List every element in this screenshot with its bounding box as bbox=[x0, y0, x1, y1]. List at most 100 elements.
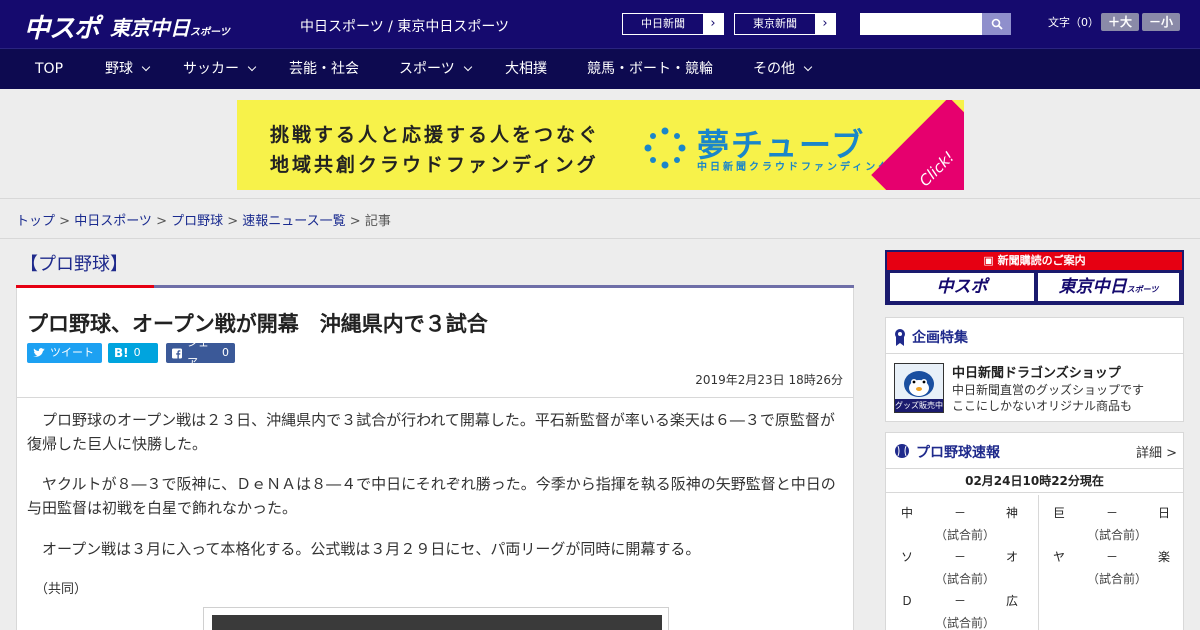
subscribe-chunichi-sports-button[interactable]: 中スポ bbox=[890, 273, 1034, 301]
tweet-label: ツイート bbox=[50, 346, 94, 359]
category-title: 【プロ野球】 bbox=[20, 254, 128, 275]
breadcrumb-sep: > bbox=[227, 214, 243, 229]
subscribe-tokyo-chunichi-button[interactable]: 東京中日スポーツ bbox=[1038, 273, 1179, 301]
subscription-title: ▣ 新聞購読のご案内 bbox=[887, 252, 1182, 270]
chevron-down-icon bbox=[247, 62, 257, 72]
tokyo-shimbun-button[interactable]: 東京新聞 › bbox=[734, 13, 836, 35]
breadcrumb: トップ > 中日スポーツ > プロ野球 > 速報ニュース一覧 > 記事 bbox=[16, 210, 391, 229]
game-status: （試合前） bbox=[935, 528, 996, 542]
site-header: 中スポ 東京中日スポーツ 中日スポーツ / 東京中日スポーツ 中日新聞 › 東京… bbox=[0, 0, 1200, 48]
nav-item-label: 野球 bbox=[105, 61, 133, 77]
chevron-down-icon bbox=[463, 62, 472, 72]
tokyo-chunichi-logo-sub: スポーツ bbox=[190, 27, 230, 38]
nav-item-entertainment[interactable]: 芸能・社会 bbox=[289, 49, 359, 90]
feature-title: 企画特集 bbox=[912, 330, 968, 346]
scores-title: プロ野球速報 bbox=[916, 445, 1000, 461]
shop-badge: グッズ販売中 bbox=[895, 399, 943, 412]
tokyo-chunichi-logo-text: 東京中日 bbox=[110, 16, 190, 40]
nav-item-label: サッカー bbox=[183, 61, 239, 77]
nav-item-label: スポーツ bbox=[399, 61, 455, 77]
nav-item-soccer[interactable]: サッカー bbox=[183, 49, 257, 90]
nav-item-sumo[interactable]: 大相撲 bbox=[505, 49, 547, 90]
feature-header: 企画特集 bbox=[886, 318, 1183, 354]
game-away-team: オ bbox=[1006, 550, 1019, 564]
article-header: プロ野球、オープン戦が開幕 沖縄県内で３試合 ツイート B! 0 シェア 0 2… bbox=[16, 288, 854, 398]
newspaper-icon: ▣ bbox=[983, 254, 998, 267]
game-status: （試合前） bbox=[1087, 572, 1148, 586]
divider bbox=[0, 238, 1200, 239]
search-icon bbox=[991, 18, 1003, 30]
mascot-icon bbox=[904, 371, 934, 397]
shop-description: 中日新聞直営のグッズショップです ここにしかないオリジナル商品も bbox=[952, 382, 1144, 414]
game-away-team: 神 bbox=[1006, 506, 1019, 520]
tokyo-chunichi-logo[interactable]: 東京中日スポーツ bbox=[110, 12, 230, 41]
font-smaller-button[interactable]: －小 bbox=[1142, 13, 1180, 31]
facebook-share-label: シェア bbox=[187, 336, 209, 369]
font-size-label: 文字（0） bbox=[1048, 16, 1099, 29]
chunichi-shimbun-label: 中日新聞 bbox=[641, 17, 685, 30]
game-separator: － bbox=[954, 506, 967, 520]
article-credit: （共同） bbox=[35, 582, 88, 597]
breadcrumb-top[interactable]: トップ bbox=[16, 214, 55, 229]
subscription-title-text: 新聞購読のご案内 bbox=[997, 254, 1086, 267]
banner-line-1: 挑戦する人と応援する人をつなぐ bbox=[270, 124, 601, 146]
search-input[interactable] bbox=[860, 13, 982, 35]
tokyo-shimbun-label: 東京新聞 bbox=[753, 17, 797, 30]
game-home-team: 中 bbox=[901, 506, 914, 520]
breadcrumb-sep: > bbox=[349, 214, 365, 229]
breadcrumb-news-list[interactable]: 速報ニュース一覧 bbox=[242, 214, 345, 229]
hatena-bookmark-button[interactable]: B! 0 bbox=[108, 343, 158, 363]
font-larger-button[interactable]: ＋大 bbox=[1101, 13, 1139, 31]
search-button[interactable] bbox=[982, 13, 1011, 35]
subscription-box: ▣ 新聞購読のご案内 中スポ 東京中日スポーツ bbox=[885, 250, 1184, 305]
facebook-count: 0 bbox=[222, 346, 229, 359]
baseball-icon bbox=[895, 444, 909, 458]
game-away-team: 日 bbox=[1158, 506, 1171, 520]
game-away-team: 広 bbox=[1006, 594, 1019, 608]
tweet-button[interactable]: ツイート bbox=[27, 343, 102, 363]
shop-item[interactable]: グッズ販売中 中日新聞ドラゴンズショップ 中日新聞直営のグッズショップです ここ… bbox=[886, 354, 1183, 422]
shop-thumbnail: グッズ販売中 bbox=[894, 363, 944, 413]
chunichi-shimbun-button[interactable]: 中日新聞 › bbox=[622, 13, 724, 35]
subscribe-tokyo-chunichi-label: 東京中日 bbox=[1058, 277, 1127, 297]
scores-header: プロ野球速報 詳細 > bbox=[886, 433, 1183, 469]
breadcrumb-chunichi-sports[interactable]: 中日スポーツ bbox=[74, 214, 152, 229]
chevron-right-icon: › bbox=[703, 14, 723, 34]
subscribe-tokyo-chunichi-sub: スポーツ bbox=[1126, 285, 1159, 294]
site-links[interactable]: 中日スポーツ / 東京中日スポーツ bbox=[300, 16, 509, 36]
shop-title: 中日新聞ドラゴンズショップ bbox=[952, 366, 1121, 381]
article-date: 2019年2月23日 18時26分 bbox=[695, 373, 843, 387]
nav-item-top[interactable]: TOP bbox=[35, 49, 63, 90]
nav-item-sports[interactable]: スポーツ bbox=[399, 49, 472, 90]
article-paragraph: ヤクルトが８―３で阪神に、ＤｅＮＡは８―４で中日にそれぞれ勝った。今季から指揮を… bbox=[27, 475, 836, 517]
game-home-team: ヤ bbox=[1053, 550, 1066, 564]
nav-item-racing[interactable]: 競馬・ボート・競輪 bbox=[587, 49, 713, 90]
chunichi-sports-logo[interactable]: 中スポ bbox=[24, 8, 100, 45]
nav-item-label: 芸能・社会 bbox=[289, 61, 359, 77]
game-away-team: 楽 bbox=[1158, 550, 1171, 564]
scores-box: プロ野球速報 詳細 > 02月24日10時22分現在 中 － 神 （試合前） ソ… bbox=[885, 432, 1184, 630]
scores-detail-link[interactable]: 詳細 > bbox=[1136, 442, 1177, 461]
game-status: （試合前） bbox=[935, 572, 996, 586]
game-separator: － bbox=[1106, 550, 1119, 564]
banner-line-2: 地域共創クラウドファンディング bbox=[270, 154, 599, 176]
ad-area: 挑戦する人と応援する人をつなぐ 地域共創クラウドファンディング 夢チューブ 中日… bbox=[0, 89, 1200, 199]
breadcrumb-sep: > bbox=[59, 214, 75, 229]
nav-item-baseball[interactable]: 野球 bbox=[105, 49, 151, 90]
breadcrumb-current: 記事 bbox=[364, 214, 391, 229]
article-photo[interactable] bbox=[212, 615, 662, 630]
game-separator: － bbox=[1106, 506, 1119, 520]
chevron-down-icon bbox=[141, 62, 151, 72]
facebook-share-button[interactable]: シェア 0 bbox=[166, 336, 235, 369]
nav-item-other[interactable]: その他 bbox=[753, 49, 813, 90]
breadcrumb-pro-baseball[interactable]: プロ野球 bbox=[171, 214, 223, 229]
main-nav: TOP 野球 サッカー 芸能・社会 スポーツ 大相撲 競馬・ボート・競輪 その他 bbox=[0, 48, 1200, 89]
game-home-team: 巨 bbox=[1053, 506, 1066, 520]
twitter-icon bbox=[33, 348, 45, 357]
scores-timestamp: 02月24日10時22分現在 bbox=[886, 469, 1183, 493]
nav-item-label: 競馬・ボート・競輪 bbox=[587, 61, 713, 77]
hatena-icon: B! bbox=[114, 346, 129, 360]
shop-desc-line: ここにしかないオリジナル商品も bbox=[952, 399, 1133, 413]
chevron-right-icon: › bbox=[815, 14, 835, 34]
crowdfunding-banner[interactable]: 挑戦する人と応援する人をつなぐ 地域共創クラウドファンディング 夢チューブ 中日… bbox=[237, 100, 964, 190]
